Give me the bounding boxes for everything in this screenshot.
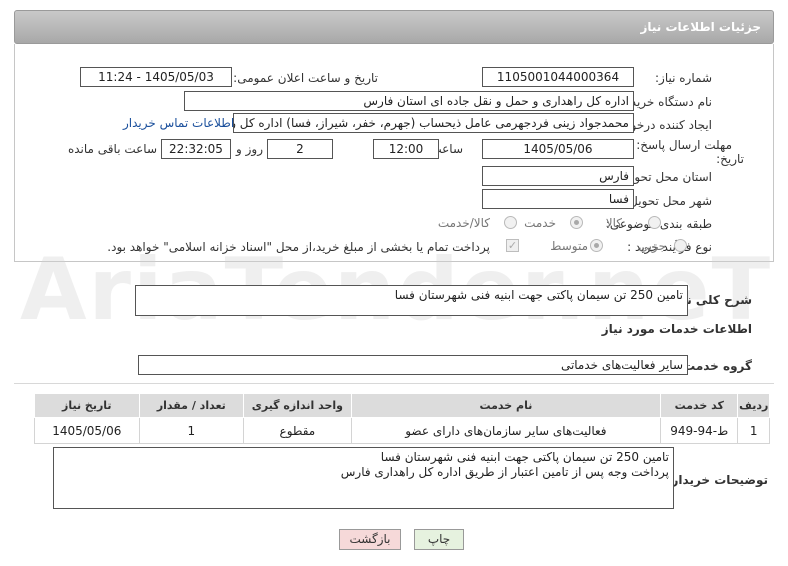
col-name-header: نام خدمت — [350, 393, 662, 418]
buyer-contact-link[interactable]: اطلاعات تماس خریدار — [123, 116, 234, 130]
service-group-label: گروه خدمت: — [678, 359, 752, 373]
cell-row: 1 — [737, 417, 770, 444]
remaining-time-label: ساعت باقی مانده — [67, 142, 157, 156]
summary-field: تامین 250 تن سیمان پاکتی جهت ابنیه فنی ش… — [135, 285, 688, 316]
process-small-label: جزیی — [638, 239, 666, 253]
process-small-radio[interactable] — [674, 239, 687, 252]
city-field: فسا — [482, 189, 634, 209]
col-date-header: تاریخ نیاز — [34, 393, 140, 418]
category-goods-radio[interactable] — [648, 216, 661, 229]
category-service-label: خدمت — [524, 216, 556, 230]
cell-unit: مقطوع — [243, 417, 352, 444]
service-group-field: سایر فعالیت‌های خدماتی — [138, 355, 688, 375]
col-unit-header: واحد اندازه گیری — [243, 393, 352, 418]
need-number-field: 1105001044000364 — [482, 67, 634, 87]
buyer-org-field: اداره کل راهداری و حمل و نقل جاده ای است… — [184, 91, 634, 111]
category-goods-label: کالا — [605, 216, 622, 230]
process-medium-radio[interactable] — [590, 239, 603, 252]
cell-qty: 1 — [138, 417, 245, 444]
announce-date-field: 1405/05/03 - 11:24 — [80, 67, 232, 87]
deadline-label-date: تاریخ: — [716, 152, 744, 166]
deadline-time-field: 12:00 — [373, 139, 439, 159]
deadline-label: مهلت ارسال پاسخ: تا — [625, 138, 732, 152]
services-table: ردیف کد خدمت نام خدمت واحد اندازه گیری ت… — [34, 393, 770, 444]
table-row: 1 ط-94-949 فعالیت‌های سایر سازمان‌های دا… — [34, 417, 770, 444]
treasury-payment-note: پرداخت تمام یا بخشی از مبلغ خرید،از محل … — [107, 240, 490, 254]
remaining-days-field: 2 — [267, 139, 333, 159]
cell-code: ط-94-949 — [660, 417, 739, 444]
remaining-time-field: 22:32:05 — [161, 139, 231, 159]
print-button[interactable]: چاپ — [414, 529, 464, 550]
page-header: جزئیات اطلاعات نیاز — [14, 10, 774, 44]
buyer-notes-line-1: تامین 250 تن سیمان پاکتی جهت ابنیه فنی ش… — [380, 450, 669, 464]
services-section-title: اطلاعات خدمات مورد نیاز — [601, 322, 752, 336]
category-service-radio[interactable] — [570, 216, 583, 229]
category-goods-service-radio[interactable] — [504, 216, 517, 229]
deadline-date-field: 1405/05/06 — [482, 139, 634, 159]
col-qty-header: تعداد / مقدار — [138, 393, 245, 418]
city-label: شهر محل تحویل: — [625, 194, 712, 208]
treasury-payment-checkbox[interactable]: ✓ — [506, 239, 519, 252]
cell-name: فعالیت‌های سایر سازمان‌های دارای عضو — [350, 417, 662, 444]
process-medium-label: متوسط — [550, 239, 588, 253]
col-row-header: ردیف — [737, 393, 770, 418]
buyer-notes-label: توضیحات خریدار: — [666, 473, 768, 487]
back-button[interactable]: بازگشت — [339, 529, 401, 550]
buyer-notes-field: تامین 250 تن سیمان پاکتی جهت ابنیه فنی ش… — [53, 447, 674, 509]
announce-date-label: تاریخ و ساعت اعلان عمومی: — [233, 71, 378, 85]
creator-field: محمدجواد زینی فردجهرمی عامل ذیحساب (جهرم… — [233, 113, 634, 133]
province-field: فارس — [482, 166, 634, 186]
days-label: روز و — [236, 142, 263, 156]
col-code-header: کد خدمت — [660, 393, 739, 418]
buyer-notes-line-2: پرداخت وجه پس از تامین اعتبار از طریق اد… — [340, 465, 669, 479]
page-title: جزئیات اطلاعات نیاز — [640, 20, 761, 34]
category-goods-service-label: کالا/خدمت — [437, 216, 490, 230]
cell-date: 1405/05/06 — [34, 417, 140, 444]
need-number-label: شماره نیاز: — [655, 71, 712, 85]
section-divider — [14, 383, 774, 384]
